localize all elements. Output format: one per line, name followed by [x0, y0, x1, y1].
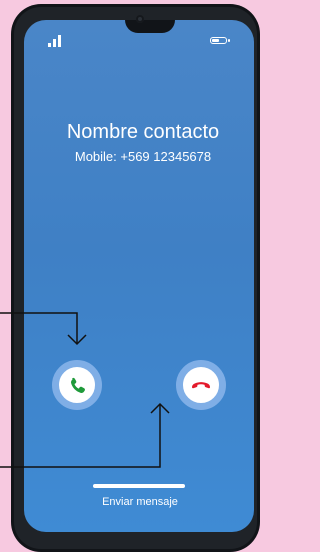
send-message-label[interactable]: Enviar mensaje — [75, 495, 205, 509]
answer-call-button[interactable] — [52, 360, 102, 410]
phone-screen — [24, 20, 254, 532]
battery-level — [212, 39, 219, 42]
battery-icon — [210, 37, 230, 44]
home-indicator[interactable] — [93, 484, 185, 488]
contact-number: Mobile: +569 12345678 — [74, 149, 212, 164]
decline-call-button[interactable] — [176, 360, 226, 410]
contact-name: Nombre contacto — [66, 121, 220, 143]
phone-hangup-icon — [191, 382, 211, 389]
signal-bars-icon — [48, 35, 64, 47]
camera-notch — [125, 20, 175, 33]
front-camera — [136, 15, 144, 23]
phone-answer-icon — [71, 377, 85, 393]
